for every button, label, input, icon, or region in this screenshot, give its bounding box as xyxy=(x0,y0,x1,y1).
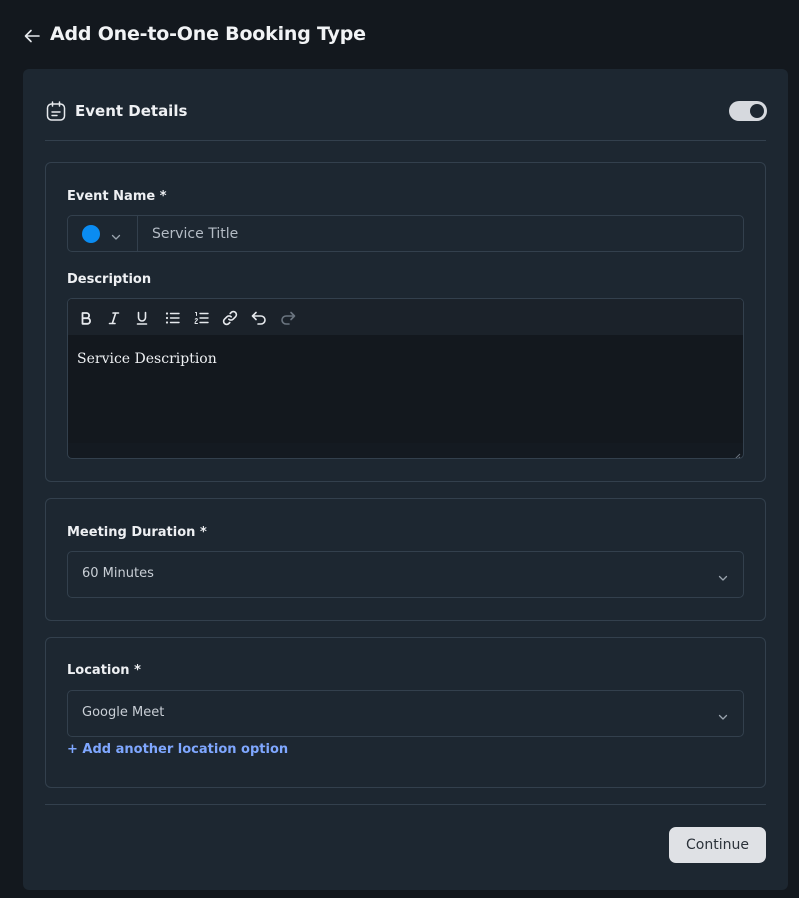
meeting-duration-value: 60 Minutes xyxy=(82,566,154,581)
event-name-label: Event Name * xyxy=(67,189,167,204)
editor-content-area[interactable]: Service Description xyxy=(68,335,743,443)
header-divider xyxy=(45,140,766,141)
resize-handle-icon[interactable] xyxy=(731,446,741,458)
italic-icon[interactable] xyxy=(103,307,125,329)
chevron-down-icon xyxy=(110,228,122,240)
redo-icon[interactable] xyxy=(277,307,299,329)
description-label: Description xyxy=(67,272,152,287)
event-name-input[interactable] xyxy=(138,216,728,251)
meeting-duration-select[interactable]: 60 Minutes xyxy=(67,551,744,598)
undo-icon[interactable] xyxy=(248,307,270,329)
location-section: Location * Google Meet + Add another loc… xyxy=(45,637,766,788)
bullet-list-icon[interactable] xyxy=(161,307,183,329)
toggle-knob xyxy=(750,104,764,118)
event-name-field xyxy=(67,215,744,252)
editor-text: Service Description xyxy=(77,351,217,367)
footer-divider xyxy=(45,804,766,805)
chevron-down-icon xyxy=(717,708,729,720)
location-value: Google Meet xyxy=(82,705,165,720)
chevron-down-icon xyxy=(717,569,729,581)
back-arrow-icon[interactable] xyxy=(22,26,42,46)
location-select[interactable]: Google Meet xyxy=(67,690,744,737)
meeting-duration-section: Meeting Duration * 60 Minutes xyxy=(45,498,766,621)
page-title: Add One-to-One Booking Type xyxy=(50,23,366,45)
color-picker-button[interactable] xyxy=(68,216,138,251)
event-enabled-toggle[interactable] xyxy=(729,101,767,121)
link-icon[interactable] xyxy=(219,307,241,329)
card-header: Event Details xyxy=(23,69,788,141)
meeting-duration-label: Meeting Duration * xyxy=(67,525,207,540)
add-location-link[interactable]: + Add another location option xyxy=(67,742,288,757)
underline-icon[interactable] xyxy=(131,307,153,329)
event-details-card: Event Details Event Name * Description xyxy=(23,69,788,890)
location-label: Location * xyxy=(67,663,141,678)
numbered-list-icon[interactable] xyxy=(190,307,212,329)
color-swatch xyxy=(82,225,100,243)
event-info-section: Event Name * Description xyxy=(45,162,766,482)
continue-button[interactable]: Continue xyxy=(669,827,766,863)
calendar-icon xyxy=(45,100,67,122)
bold-icon[interactable] xyxy=(75,307,97,329)
card-title: Event Details xyxy=(75,102,188,120)
editor-toolbar xyxy=(68,299,743,335)
description-editor: Service Description xyxy=(67,298,744,459)
page-header: Add One-to-One Booking Type xyxy=(0,0,799,70)
